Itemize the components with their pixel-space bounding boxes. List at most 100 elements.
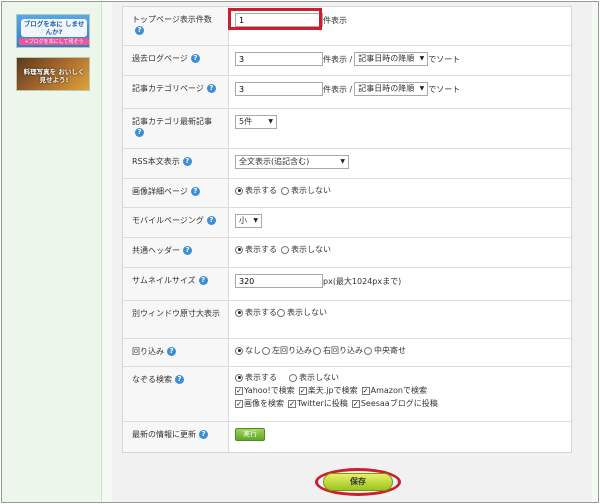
radio-off-icon	[289, 373, 297, 382]
row-common-header: 共通ヘッダー? 表示する 表示しない	[123, 238, 571, 268]
checkbox-checked-icon: ✓	[235, 386, 243, 395]
help-icon[interactable]: ?	[135, 26, 144, 35]
chevron-down-icon: ▼	[253, 217, 258, 224]
mobile-paging-select[interactable]: 小 ▼	[235, 214, 262, 228]
radio-on-icon	[235, 245, 243, 254]
radio-off-icon	[262, 346, 270, 355]
help-icon[interactable]: ?	[135, 128, 144, 137]
row-category-page: 記事カテゴリページ? 件表示 / 記事日時の降順▼ でソート	[123, 76, 571, 109]
unit-label: 件表示 /	[323, 54, 353, 64]
banner-text: 料理写真を おいしく見せよう!	[23, 68, 85, 84]
row-rss: RSS本文表示? 全文表示(追記含む) ▼	[123, 149, 571, 179]
wrap-left-radio[interactable]: 左回り込み	[262, 345, 312, 356]
help-icon[interactable]: ?	[182, 157, 192, 166]
radio-on-icon	[235, 346, 243, 355]
sort-label: でソート	[428, 54, 461, 64]
checkbox-checked-icon: ✓	[351, 399, 360, 408]
image-detail-show-radio[interactable]: 表示する	[235, 185, 277, 196]
wrap-none-radio[interactable]: なし	[235, 345, 261, 356]
past-log-sort-select[interactable]: 記事日時の降順 ▼	[354, 52, 429, 66]
row-window: 別ウィンドウ原寸大表示 表示する 表示しない	[123, 301, 571, 339]
window-show-radio[interactable]: 表示する	[235, 307, 277, 318]
highlight-box	[228, 8, 322, 30]
chevron-down-icon: ▼	[419, 85, 425, 92]
help-icon[interactable]: ?	[190, 187, 200, 196]
wrap-right-radio[interactable]: 右回り込み	[313, 345, 363, 356]
category-latest-select[interactable]: 5件 ▼	[235, 115, 277, 129]
thumbnail-size-input[interactable]	[235, 274, 323, 288]
row-mobile-paging: モバイルページング? 小 ▼	[123, 208, 571, 238]
checkbox-checked-icon: ✓	[298, 386, 307, 395]
radio-off-icon	[364, 346, 372, 355]
rss-select[interactable]: 全文表示(追記含む) ▼	[235, 155, 349, 169]
radio-off-icon	[281, 186, 289, 195]
row-label: RSS本文表示	[132, 157, 180, 166]
help-icon[interactable]: ?	[206, 216, 216, 225]
sidebar: ブログを本に しませんか? +ブログを本にして残そう 料理写真を おいしく見せよ…	[2, 2, 102, 502]
food-photo-banner[interactable]: 料理写真を おいしく見せよう!	[16, 57, 90, 91]
checkbox-checked-icon: ✓	[361, 386, 370, 395]
chevron-down-icon: ▼	[268, 118, 273, 125]
window-hide-radio[interactable]: 表示しない	[277, 307, 327, 318]
row-top-count: トップページ表示件数? 件表示	[123, 7, 571, 46]
unit-label: 件表示 /	[323, 84, 353, 94]
banner-subtext: +ブログを本にして残そう	[19, 38, 89, 45]
row-label: 別ウィンドウ原寸大表示	[132, 309, 220, 318]
twitter-post-checkbox[interactable]: ✓ Twitterに投稿	[288, 398, 348, 409]
unit-label: px(最大1024pxまで)	[323, 276, 402, 286]
row-trace-search: なぞる検索? 表示する 表示しない ✓ Yahoo!で検索 ✓ 楽天.jpで検索 ✓…	[123, 367, 571, 422]
radio-off-icon	[313, 346, 321, 355]
trace-hide-radio[interactable]: 表示しない	[289, 372, 339, 383]
image-search-checkbox[interactable]: ✓ 画像を検索	[235, 398, 284, 409]
help-icon[interactable]: ?	[198, 276, 208, 285]
chevron-down-icon: ▼	[419, 55, 425, 62]
seesaa-post-checkbox[interactable]: ✓ Seesaaブログに投稿	[351, 398, 438, 409]
radio-on-icon	[235, 186, 243, 195]
past-log-count-input[interactable]	[235, 52, 323, 66]
run-button[interactable]: 実行	[235, 428, 265, 441]
checkbox-checked-icon: ✓	[288, 399, 296, 408]
unit-label: 件表示	[323, 15, 347, 25]
chevron-down-icon: ▼	[340, 158, 345, 165]
row-label: 記事カテゴリ最新記事	[132, 117, 212, 126]
sort-label: でソート	[428, 84, 461, 94]
trace-show-radio[interactable]: 表示する	[235, 372, 277, 383]
help-icon[interactable]: ?	[175, 375, 184, 384]
row-update: 最新の情報に更新? 実行	[123, 422, 571, 452]
help-icon[interactable]: ?	[199, 430, 208, 439]
settings-area: トップページ表示件数? 件表示 過去ログページ? 件表示 / 記事日時の降順▼ …	[112, 2, 592, 502]
radio-off-icon	[281, 245, 289, 254]
row-label: 最新の情報に更新	[132, 430, 196, 439]
help-icon[interactable]: ?	[183, 246, 192, 255]
row-category-latest: 記事カテゴリ最新記事? 5件 ▼	[123, 109, 571, 149]
row-label: トップページ表示件数	[132, 15, 212, 24]
help-icon[interactable]: ?	[167, 347, 176, 356]
row-label: 記事カテゴリページ	[132, 84, 204, 93]
category-count-input[interactable]	[235, 82, 323, 96]
help-icon[interactable]: ?	[190, 54, 200, 63]
photobook-banner[interactable]: ブログを本に しませんか? +ブログを本にして残そう	[16, 14, 90, 48]
save-button[interactable]: 保存	[323, 473, 393, 491]
amazon-search-checkbox[interactable]: ✓ Amazonで検索	[361, 385, 427, 396]
row-label: 画像詳細ページ	[132, 187, 188, 196]
settings-table: トップページ表示件数? 件表示 過去ログページ? 件表示 / 記事日時の降順▼ …	[122, 6, 572, 453]
category-sort-select[interactable]: 記事日時の降順 ▼	[354, 82, 429, 96]
row-label: 共通ヘッダー	[132, 246, 180, 255]
wrap-center-radio[interactable]: 中央寄せ	[364, 345, 406, 356]
radio-on-icon	[235, 308, 243, 317]
common-header-show-radio[interactable]: 表示する	[235, 244, 277, 255]
rakuten-search-checkbox[interactable]: ✓ 楽天.jpで検索	[298, 385, 358, 396]
image-detail-hide-radio[interactable]: 表示しない	[281, 185, 331, 196]
checkbox-checked-icon: ✓	[235, 399, 243, 408]
yahoo-search-checkbox[interactable]: ✓ Yahoo!で検索	[235, 385, 295, 396]
row-label: 過去ログページ	[132, 54, 188, 63]
row-label: 回り込み	[132, 347, 164, 356]
common-header-hide-radio[interactable]: 表示しない	[281, 244, 331, 255]
radio-off-icon	[277, 308, 285, 317]
radio-on-icon	[235, 373, 243, 382]
row-wrap: 回り込み? なし 左回り込み 右回り込み 中央寄せ	[123, 339, 571, 367]
help-icon[interactable]: ?	[206, 84, 216, 93]
page-frame: ブログを本に しませんか? +ブログを本にして残そう 料理写真を おいしく見せよ…	[1, 1, 599, 503]
banner-text: ブログを本に しませんか?	[21, 19, 87, 37]
row-thumbnail: サムネイルサイズ? px(最大1024pxまで)	[123, 268, 571, 301]
